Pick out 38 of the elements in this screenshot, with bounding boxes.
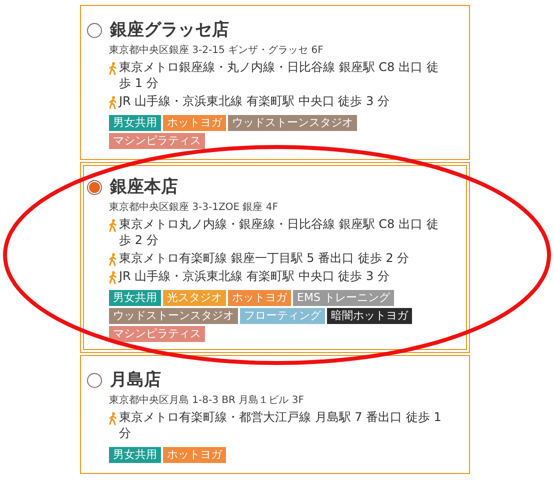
- feature-tag: マシンピラティス: [109, 326, 205, 342]
- store-name: 銀座グラッセ店: [110, 20, 229, 40]
- store-address: 東京都中央区銀座 3-3-1ZOE 銀座 4F: [109, 200, 279, 214]
- walking-person-icon: [109, 219, 117, 232]
- store-address: 東京都中央区銀座 3-2-15 ギンザ・グラッセ 6F: [109, 44, 324, 57]
- feature-tag: ウッドストーンスタジオ: [109, 308, 238, 324]
- feature-tag: 男女共用: [109, 447, 161, 463]
- radio-button[interactable]: [87, 22, 102, 38]
- walking-person-icon: [109, 412, 117, 425]
- walking-person-icon: [109, 253, 117, 266]
- feature-tag: ウッドストーンスタジオ: [228, 115, 357, 131]
- feature-tag: 暗闇ホットヨガ: [327, 308, 412, 324]
- feature-tag: 光スタジオ: [163, 290, 226, 306]
- access-route: 東京メトロ有楽町線 銀座一丁目駅 5 番出口 徒歩 2 分: [119, 250, 410, 266]
- access-route: JR 山手線・京浜東北線 有楽町駅 中央口 徒歩 3 分: [119, 268, 390, 284]
- feature-tag: ホットヨガ: [163, 447, 226, 463]
- store-card[interactable]: 銀座本店 東京都中央区銀座 3-3-1ZOE 銀座 4F 東京メトロ丸ノ内線・銀座線・日比谷線 銀座駅 C8 出口 徒歩 2 分 東京メトロ有楽町線 銀座一丁目駅 5 番出口 徒歩 2 分 JR 山手線・京浜東北線 有楽町駅 中央口 徒歩 3 分 男女共用 光スタジオ ホットヨガ EMS トレーニング ウッドストーンスタジオ フローティング 暗闇ホットヨガ マシンピラティス: [80, 162, 470, 353]
- feature-tag: フローティング: [240, 308, 325, 324]
- access-route: JR 山手線・京浜東北線 有楽町駅 中央口 徒歩 3 分: [119, 93, 390, 109]
- feature-tag: EMS トレーニング: [293, 290, 394, 306]
- access-route: 東京メトロ有楽町線・都営大江戸線 月島駅 7 番出口 徒歩 1 分: [119, 409, 442, 441]
- store-name: 銀座本店: [110, 177, 178, 197]
- store-card[interactable]: 月島店 東京都中央区月島 1-8-3 BR 月島１ビル 3F 東京メトロ有楽町線・都営大江戸線 月島駅 7 番出口 徒歩 1 分 男女共用 ホットヨガ: [80, 355, 470, 474]
- feature-tag: マシンピラティス: [109, 133, 205, 149]
- store-card[interactable]: 銀座グラッセ店 東京都中央区銀座 3-2-15 ギンザ・グラッセ 6F 東京メトロ銀座線・丸ノ内線・日比谷線 銀座駅 C8 出口 徒歩 1 分 JR 山手線・京浜東北線 有楽町駅 中央口 徒歩 3 分 男女共用 ホットヨガ ウッドストーンスタジオ マシンピラティス: [80, 5, 470, 160]
- feature-tag: ホットヨガ: [228, 290, 291, 306]
- walking-person-icon: [109, 62, 117, 75]
- store-name: 月島店: [110, 370, 161, 390]
- feature-tag: 男女共用: [109, 115, 161, 131]
- feature-tag: ホットヨガ: [163, 115, 226, 131]
- feature-tag: 男女共用: [109, 290, 161, 306]
- walking-person-icon: [109, 96, 117, 109]
- access-route: 東京メトロ銀座線・丸ノ内線・日比谷線 銀座駅 C8 出口 徒歩 1 分: [119, 59, 440, 91]
- access-route: 東京メトロ丸ノ内線・銀座線・日比谷線 銀座駅 C8 出口 徒歩 2 分: [119, 216, 440, 248]
- store-address: 東京都中央区月島 1-8-3 BR 月島１ビル 3F: [109, 394, 305, 407]
- walking-person-icon: [109, 271, 117, 284]
- radio-button[interactable]: [87, 180, 102, 194]
- radio-button[interactable]: [87, 372, 102, 388]
